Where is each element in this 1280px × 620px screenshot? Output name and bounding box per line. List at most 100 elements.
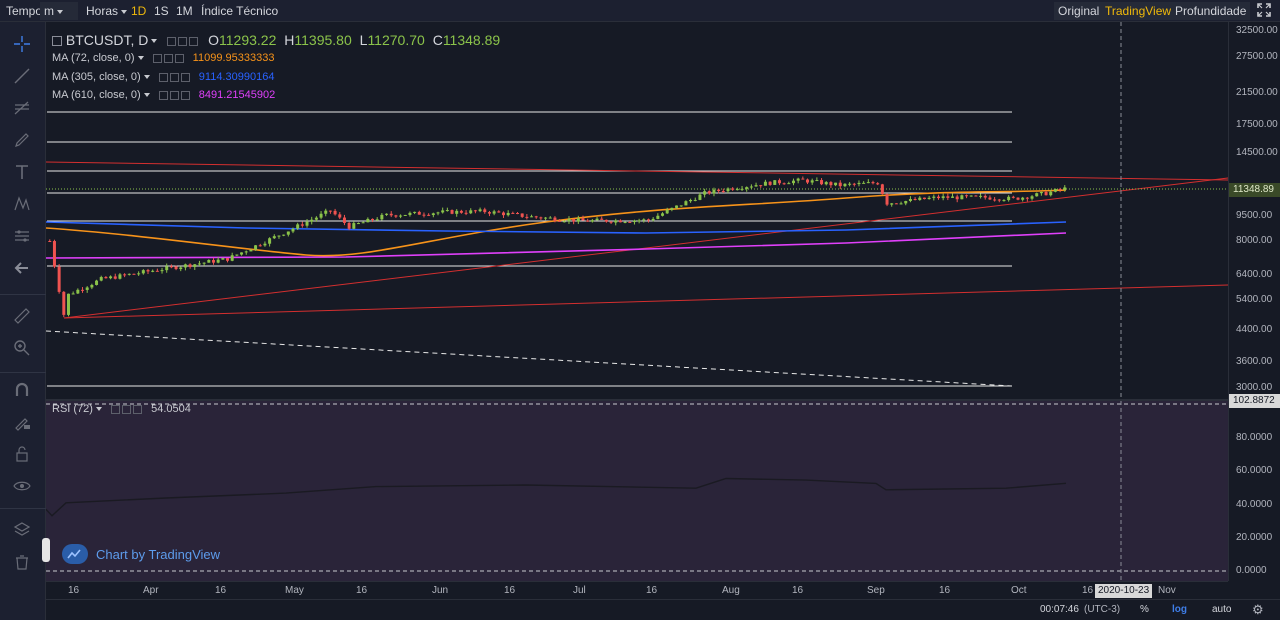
candle-down	[427, 214, 431, 216]
candle-up	[235, 254, 239, 256]
candle-up	[160, 270, 164, 272]
candle-down	[974, 195, 978, 197]
symbol-name[interactable]: BTCUSDT, D	[66, 32, 148, 48]
candle-up	[221, 258, 225, 260]
brush-icon[interactable]	[8, 126, 36, 154]
candle-up	[979, 195, 983, 197]
magnet-icon[interactable]	[8, 376, 36, 404]
fib-icon[interactable]	[8, 94, 36, 122]
zoom-in-icon[interactable]	[8, 334, 36, 362]
candle-up	[595, 218, 599, 221]
time-tick-label: 16	[68, 585, 80, 596]
candle-down	[801, 178, 805, 180]
lock-drawing-icon[interactable]	[8, 408, 36, 436]
candle-down	[371, 218, 375, 221]
symbol-controls[interactable]	[167, 32, 200, 48]
candle-down	[459, 210, 463, 213]
interval-1m[interactable]: 1M	[172, 2, 197, 20]
price-tick-label: 9500.00	[1236, 210, 1273, 221]
time-tick-label: 16	[1082, 585, 1094, 596]
back-arrow-icon[interactable]	[8, 254, 36, 282]
watermark-text: Chart by TradingView	[96, 546, 221, 562]
symbol-legend: BTCUSDT, D O11293.22 H11395.80 L11270.70…	[52, 32, 500, 48]
auto-toggle[interactable]: auto	[1212, 604, 1231, 615]
interval-1s[interactable]: 1S	[150, 2, 173, 20]
candle-down	[520, 213, 524, 217]
trash-icon[interactable]	[8, 548, 36, 576]
candle-down	[983, 195, 987, 198]
candle-down	[497, 211, 501, 213]
rsi-line	[45, 477, 1067, 517]
tradingview-watermark[interactable]: Chart by TradingView	[62, 544, 220, 564]
candle-up	[1030, 196, 1034, 199]
candle-up	[296, 224, 300, 229]
candle-down	[81, 289, 85, 291]
text-tool-icon[interactable]	[8, 158, 36, 186]
close-value: 11348.89	[442, 32, 501, 48]
candle-down	[885, 194, 889, 205]
eye-icon[interactable]	[8, 472, 36, 500]
candle-up	[899, 203, 903, 205]
view-tradingview[interactable]: TradingView	[1101, 2, 1176, 20]
price-tick-label: 32500.00	[1236, 25, 1278, 36]
candle-down	[417, 211, 421, 215]
minutes-dropdown[interactable]: m	[40, 2, 78, 20]
candle-up	[90, 284, 94, 288]
view-depth[interactable]: Profundidade	[1171, 2, 1251, 20]
candle-up	[1063, 187, 1067, 190]
candle-up	[623, 221, 627, 223]
candle-up	[562, 221, 566, 223]
candle-up	[787, 183, 791, 185]
candle-up	[834, 182, 838, 186]
candle-up	[637, 220, 641, 222]
candle-up	[263, 243, 267, 246]
indicators-button[interactable]: Índice Técnico	[197, 2, 282, 20]
trendline-icon[interactable]	[8, 62, 36, 90]
pattern-icon[interactable]	[8, 190, 36, 218]
price-tick-label: 6400.00	[1236, 269, 1273, 280]
candle-up	[305, 221, 309, 226]
candle-up	[675, 205, 679, 208]
candle-up	[1021, 197, 1025, 200]
crosshair-icon[interactable]	[8, 30, 36, 58]
layers-icon[interactable]	[8, 516, 36, 544]
candle-up	[179, 267, 183, 270]
timezone[interactable]: (UTC-3)	[1084, 604, 1120, 615]
candle-up	[740, 188, 744, 190]
ma72-line	[45, 189, 1067, 257]
candle-up	[441, 210, 445, 213]
candle-down	[880, 184, 884, 195]
candle-down	[558, 220, 562, 222]
candle-down	[48, 241, 52, 242]
candle-up	[216, 259, 220, 263]
interval-1d[interactable]: 1D	[127, 2, 150, 20]
hours-dropdown[interactable]: Horas	[82, 2, 131, 20]
candle-up	[665, 209, 669, 214]
view-original[interactable]: Original	[1054, 2, 1104, 20]
pane-collapse-handle[interactable]	[42, 538, 50, 562]
candle-down	[618, 220, 622, 223]
log-toggle[interactable]: log	[1172, 604, 1187, 615]
dashed-trendline	[45, 330, 1013, 387]
percent-toggle[interactable]: %	[1140, 604, 1149, 615]
forecast-icon[interactable]	[8, 222, 36, 250]
candle-down	[731, 188, 735, 190]
ma-legend-305: MA (305, close, 0) 9114.30990164	[52, 71, 275, 83]
candle-up	[904, 201, 908, 204]
candle-down	[483, 209, 487, 213]
ruler-icon[interactable]	[8, 302, 36, 330]
candle-down	[993, 199, 997, 201]
candle-up	[202, 262, 206, 264]
candle-down	[759, 185, 763, 187]
candle-down	[338, 214, 342, 218]
candle-down	[768, 181, 772, 185]
candle-down	[876, 183, 880, 185]
fullscreen-icon[interactable]	[1252, 2, 1276, 20]
lock-icon[interactable]	[8, 440, 36, 468]
candle-down	[389, 213, 393, 216]
settings-gear-icon[interactable]: ⚙	[1252, 602, 1264, 618]
rsi-pane[interactable]	[45, 401, 1228, 581]
candle-up	[99, 277, 103, 281]
candle-down	[501, 212, 505, 216]
ma-legend-72: MA (72, close, 0) 11099.95333333	[52, 52, 275, 64]
